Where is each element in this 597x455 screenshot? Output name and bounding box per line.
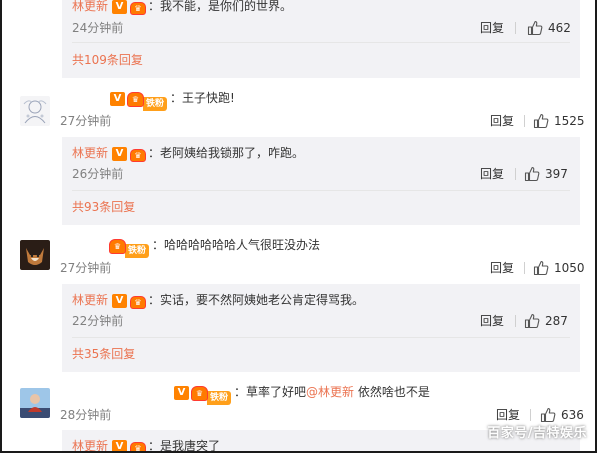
crown-icon: ♛ — [129, 440, 147, 451]
comment-text-tail: 依然啥也不是 — [354, 385, 430, 399]
reply-button[interactable]: 回复 — [480, 165, 504, 183]
crown-icon: ♛ — [129, 0, 147, 15]
like-count: 462 — [548, 21, 571, 35]
thumbs-up-icon — [540, 407, 556, 423]
divider — [530, 409, 531, 421]
reply-button[interactable]: 回复 — [480, 19, 504, 37]
like-button[interactable]: 462 — [527, 19, 577, 37]
reply-line: 林更新 V ♛ ：老阿姨给我锁那了，咋跑。 — [72, 146, 305, 162]
reply-box: 林更新 V ♛ ：实话，要不然阿姨她老公肯定得骂我。 22分钟前 回复 287 共35… — [62, 284, 580, 372]
more-replies-link[interactable]: 共93条回复 — [72, 198, 135, 216]
like-button[interactable]: 287 — [524, 312, 576, 330]
verified-badge-icon: V — [112, 293, 128, 308]
divider — [524, 115, 525, 127]
reply-text: 是我唐突了 — [160, 439, 221, 453]
reply-button[interactable]: 回复 — [490, 259, 514, 277]
comment-text: 王子快跑! — [182, 91, 235, 105]
thumbs-up-icon — [533, 113, 549, 129]
reply-box: 林更新 V ♛ ：我不能，是你们的世界。 24分钟前 回复 462 共109条回复 — [62, 0, 580, 78]
comment-line: V ♛ 铁粉 ：王子快跑! — [110, 88, 235, 111]
fan-badge: ♛ 铁粉 — [191, 385, 232, 405]
comment-time: 28分钟前 — [60, 408, 112, 422]
reply-line: 林更新 V ♛ ：我不能，是你们的世界。 — [72, 0, 293, 15]
divider — [515, 315, 516, 327]
reply-box: 林更新 V ♛ ：老阿姨给我锁那了，咋跑。 26分钟前 回复 397 共93条回复 — [62, 137, 580, 225]
reply-username[interactable]: 林更新 — [72, 0, 108, 13]
comment-line: ♛ 铁粉 ：哈哈哈哈哈哈人气很旺没办法 — [109, 235, 321, 258]
avatar[interactable] — [20, 240, 50, 270]
comment-time: 27分钟前 — [60, 114, 112, 128]
fan-badge: ♛ 铁粉 — [109, 238, 150, 258]
comment-text: 草率了好吧 — [246, 385, 307, 399]
crown-icon: ♛ — [129, 147, 147, 162]
thumbs-up-icon — [533, 260, 549, 276]
separator — [72, 337, 570, 338]
like-count: 1050 — [554, 261, 585, 275]
like-button[interactable]: 1525 — [533, 112, 588, 130]
reply-button[interactable]: 回复 — [490, 112, 514, 130]
divider — [524, 262, 525, 274]
reply-text: 老阿姨给我锁那了，咋跑。 — [160, 146, 305, 160]
comment-text: 哈哈哈哈哈哈人气很旺没办法 — [164, 238, 321, 252]
reply-time: 22分钟前 — [72, 314, 124, 328]
divider — [515, 22, 516, 34]
avatar[interactable] — [20, 96, 50, 126]
verified-badge-icon: V — [112, 0, 128, 14]
separator — [72, 190, 570, 191]
reply-button[interactable]: 回复 — [480, 312, 504, 330]
verified-badge-icon: V — [112, 146, 128, 161]
reply-line: 林更新 V ♛ ：实话，要不然阿姨她老公肯定得骂我。 — [72, 293, 365, 309]
avatar[interactable] — [20, 388, 50, 418]
thumbs-up-icon — [527, 20, 543, 36]
comment-line: V ♛ 铁粉 ：草率了好吧@林更新 依然啥也不是 — [174, 382, 430, 405]
like-button[interactable]: 1050 — [533, 259, 588, 277]
comment-time: 27分钟前 — [60, 261, 112, 275]
reply-time: 24分钟前 — [72, 21, 124, 35]
reply-username[interactable]: 林更新 — [72, 439, 108, 451]
thumbs-up-icon — [524, 166, 540, 182]
like-count: 287 — [545, 314, 568, 328]
crown-icon: ♛ — [129, 294, 147, 309]
reply-line: 林更新 V ♛ ：是我唐突了 — [72, 439, 221, 453]
reply-text: 实话，要不然阿姨她老公肯定得骂我。 — [160, 293, 365, 307]
reply-text: 我不能，是你们的世界。 — [160, 0, 293, 13]
like-count: 1525 — [554, 114, 585, 128]
reply-time: 26分钟前 — [72, 167, 124, 181]
verified-badge-icon: V — [110, 91, 125, 106]
more-replies-link[interactable]: 共109条回复 — [72, 51, 143, 69]
watermark: 百家号/吉特娱乐 — [487, 426, 587, 441]
fan-badge: ♛ 铁粉 — [127, 91, 168, 111]
comment-feed: 林更新 V ♛ ：我不能，是你们的世界。 24分钟前 回复 462 共109条回复 V… — [0, 0, 597, 453]
reply-username[interactable]: 林更新 — [72, 146, 108, 160]
reply-username[interactable]: 林更新 — [72, 293, 108, 307]
verified-badge-icon: V — [112, 439, 128, 451]
thumbs-up-icon — [524, 313, 540, 329]
separator — [72, 42, 570, 43]
more-replies-link[interactable]: 共35条回复 — [72, 345, 135, 363]
verified-badge-icon: V — [174, 385, 189, 400]
like-button[interactable]: 397 — [524, 165, 576, 183]
divider — [515, 168, 516, 180]
mention-link[interactable]: @林更新 — [306, 385, 354, 399]
like-count: 397 — [545, 167, 568, 181]
